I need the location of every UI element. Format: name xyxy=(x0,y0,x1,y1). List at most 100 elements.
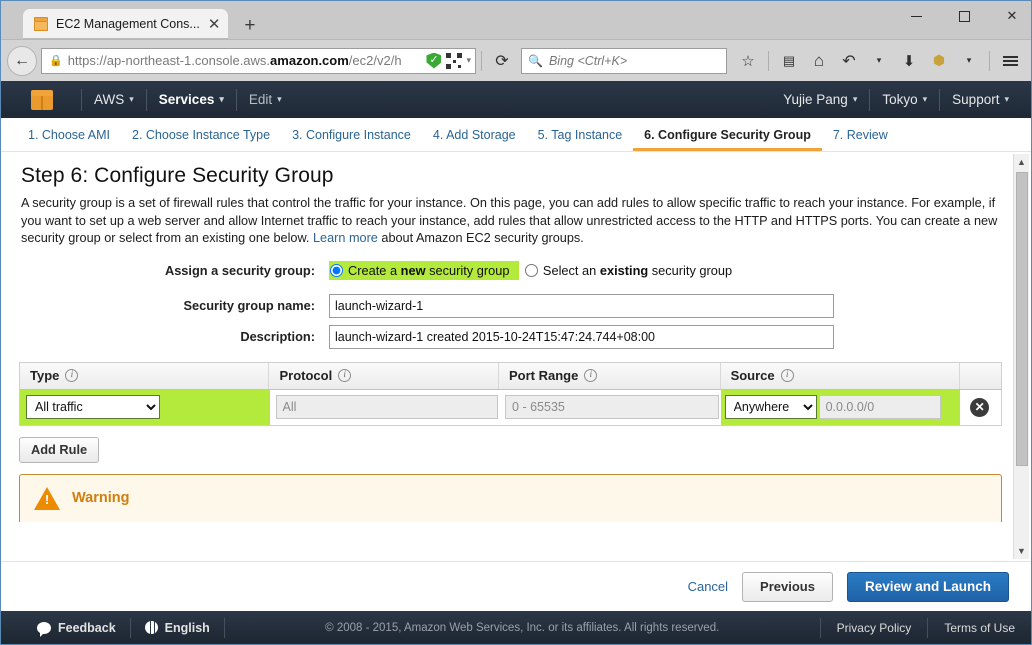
scroll-down-arrow-icon[interactable]: ▼ xyxy=(1014,543,1029,559)
info-icon-port-range[interactable]: i xyxy=(584,369,598,382)
review-and-launch-button[interactable]: Review and Launch xyxy=(846,571,1009,602)
rule-source-select[interactable]: Anywhere xyxy=(724,395,817,419)
table-row: All traffic All 0 - 65535 Anywhere 0.0.0… xyxy=(19,389,1002,426)
aws-nav-label-support: Support xyxy=(952,92,1000,107)
learn-more-link[interactable]: Learn more xyxy=(313,231,378,245)
rule-cell-source: Anywhere 0.0.0.0/0 xyxy=(720,389,961,425)
feedback-label: Feedback xyxy=(58,620,116,635)
url-bar[interactable]: 🔒 https://ap-northeast-1.console.aws.ama… xyxy=(41,47,476,74)
window-minimize-button[interactable] xyxy=(903,5,929,27)
column-header-type-label: Type xyxy=(30,368,60,383)
nav-divider xyxy=(481,50,482,71)
security-group-name-input[interactable] xyxy=(329,293,834,318)
page-title: Step 6: Configure Security Group xyxy=(21,164,334,187)
aws-nav-label-edit: Edit xyxy=(248,92,273,107)
warning-panel: Warning xyxy=(19,473,1002,522)
url-text: https://ap-northeast-1.console.aws.amazo… xyxy=(68,53,424,68)
wizard-step-4[interactable]: 4. Add Storage xyxy=(422,128,527,151)
cancel-link[interactable]: Cancel xyxy=(688,579,728,594)
info-icon-type[interactable]: i xyxy=(65,369,79,382)
tab-close-icon[interactable]: ✕ xyxy=(208,17,221,32)
history-back-icon[interactable]: ↶ xyxy=(834,46,864,76)
wizard-footer-actions: Cancel Previous Review and Launch xyxy=(1,561,1031,611)
language-button[interactable]: English xyxy=(131,621,224,635)
aws-nav-item-support[interactable]: Support ▾ xyxy=(952,92,1009,107)
scroll-up-arrow-icon[interactable]: ▲ xyxy=(1014,154,1029,170)
rule-type-select[interactable]: All traffic xyxy=(26,395,160,419)
chevron-down-icon: ▾ xyxy=(129,94,134,104)
browser-toolbar-icons: ☆ ▤ ⌂ ↶ ▾ ⬇ ⬢ ▾ xyxy=(733,46,1025,76)
bookmark-star-icon[interactable]: ☆ xyxy=(733,46,763,76)
radio-select-existing-label: Select an existing security group xyxy=(543,263,732,278)
aws-nav-item-services[interactable]: Services ▾ xyxy=(159,92,224,107)
wizard-step-7[interactable]: 7. Review xyxy=(822,128,899,151)
column-header-source: Source i xyxy=(721,362,961,389)
wizard-step-5[interactable]: 5. Tag Instance xyxy=(527,128,634,151)
search-input[interactable]: 🔍 Bing <Ctrl+K> xyxy=(521,47,727,74)
column-header-source-label: Source xyxy=(730,368,775,383)
wizard-step-1[interactable]: 1. Choose AMI xyxy=(17,128,121,151)
reload-icon[interactable]: ⟳ xyxy=(487,46,517,76)
wizard-step-2[interactable]: 2. Choose Instance Type xyxy=(121,128,281,151)
radio-option-select-existing[interactable]: Select an existing security group xyxy=(524,261,742,280)
wizard-step-3[interactable]: 3. Configure Instance xyxy=(281,128,422,151)
aws-cube-logo-icon[interactable] xyxy=(31,88,55,112)
chevron-down-icon: ▾ xyxy=(219,94,224,104)
new-tab-button[interactable]: + xyxy=(244,16,255,35)
download-icon[interactable]: ⬇ xyxy=(894,46,924,76)
content-scrollbar[interactable]: ▲ ▼ xyxy=(1013,154,1029,559)
description-input[interactable] xyxy=(329,324,834,349)
window-close-button[interactable]: ✕ xyxy=(999,5,1025,27)
browser-title-bar: EC2 Management Cons... ✕ + ✕ xyxy=(1,1,1031,39)
history-dropdown-icon[interactable]: ▾ xyxy=(864,46,894,76)
rules-table-header: Type i Protocol i Port Range i Source i xyxy=(19,361,1002,390)
radio-select-existing-input[interactable] xyxy=(524,263,538,277)
privacy-policy-link[interactable]: Privacy Policy xyxy=(821,621,928,635)
menu-hamburger-icon[interactable] xyxy=(995,46,1025,76)
previous-button[interactable]: Previous xyxy=(742,571,833,602)
security-group-radio-group: Create a new security group Select an ex… xyxy=(329,259,742,282)
browser-tab[interactable]: EC2 Management Cons... ✕ xyxy=(23,9,229,39)
qr-code-icon[interactable] xyxy=(446,52,463,69)
window-maximize-button[interactable] xyxy=(951,5,977,27)
feedback-button[interactable]: Feedback xyxy=(23,620,130,637)
description-label: Description: xyxy=(240,328,315,344)
warning-title: Warning xyxy=(72,490,130,506)
addon-icon[interactable]: ⬢ xyxy=(924,46,954,76)
chevron-down-icon: ▾ xyxy=(852,94,858,104)
aws-nav-item-account[interactable]: Yujie Pang ▾ xyxy=(783,92,857,107)
chevron-down-icon[interactable]: ▾ xyxy=(466,55,471,66)
toolbar-divider-1 xyxy=(768,50,769,71)
browser-window: EC2 Management Cons... ✕ + ✕ ← 🔒 https:/… xyxy=(0,0,1032,645)
delete-rule-icon[interactable]: ✕ xyxy=(970,397,990,417)
add-rule-button[interactable]: Add Rule xyxy=(19,436,100,463)
info-icon-protocol[interactable]: i xyxy=(338,369,352,382)
rule-cell-type: All traffic xyxy=(20,389,270,425)
reader-view-icon[interactable]: ▤ xyxy=(774,46,804,76)
aws-nav-item-edit[interactable]: Edit ▾ xyxy=(249,92,282,107)
main-content: Step 6: Configure Security Group A secur… xyxy=(1,152,1031,561)
aws-nav-divider-1 xyxy=(81,88,82,111)
radio-create-new-input[interactable] xyxy=(330,263,343,277)
terms-of-use-link[interactable]: Terms of Use xyxy=(928,621,1031,635)
addon-dropdown-icon[interactable]: ▾ xyxy=(954,46,984,76)
page-description: A security group is a set of firewall ru… xyxy=(21,195,999,248)
shield-security-icon[interactable] xyxy=(426,52,442,69)
aws-nav-label-account: Yujie Pang xyxy=(783,92,848,107)
aws-nav-item-region[interactable]: Tokyo ▾ xyxy=(882,92,927,107)
search-icon: 🔍 xyxy=(528,53,543,68)
scrollbar-thumb[interactable] xyxy=(1016,172,1028,466)
rule-source-cidr-input[interactable]: 0.0.0.0/0 xyxy=(818,395,941,419)
chevron-down-icon: ▾ xyxy=(277,94,282,104)
back-button-icon[interactable]: ← xyxy=(7,45,37,76)
home-icon[interactable]: ⌂ xyxy=(804,46,834,76)
radio-option-create-new[interactable]: Create a new security group xyxy=(329,260,520,280)
tab-title: EC2 Management Cons... xyxy=(56,17,200,31)
browser-nav-bar: ← 🔒 https://ap-northeast-1.console.aws.a… xyxy=(1,39,1031,81)
column-header-protocol-label: Protocol xyxy=(279,368,333,383)
wizard-step-6[interactable]: 6. Configure Security Group xyxy=(633,128,822,151)
globe-icon xyxy=(144,621,158,634)
aws-nav-item-aws[interactable]: AWS ▾ xyxy=(94,92,134,107)
copyright-text: © 2008 - 2015, Amazon Web Services, Inc.… xyxy=(325,621,720,634)
info-icon-source[interactable]: i xyxy=(780,369,794,382)
